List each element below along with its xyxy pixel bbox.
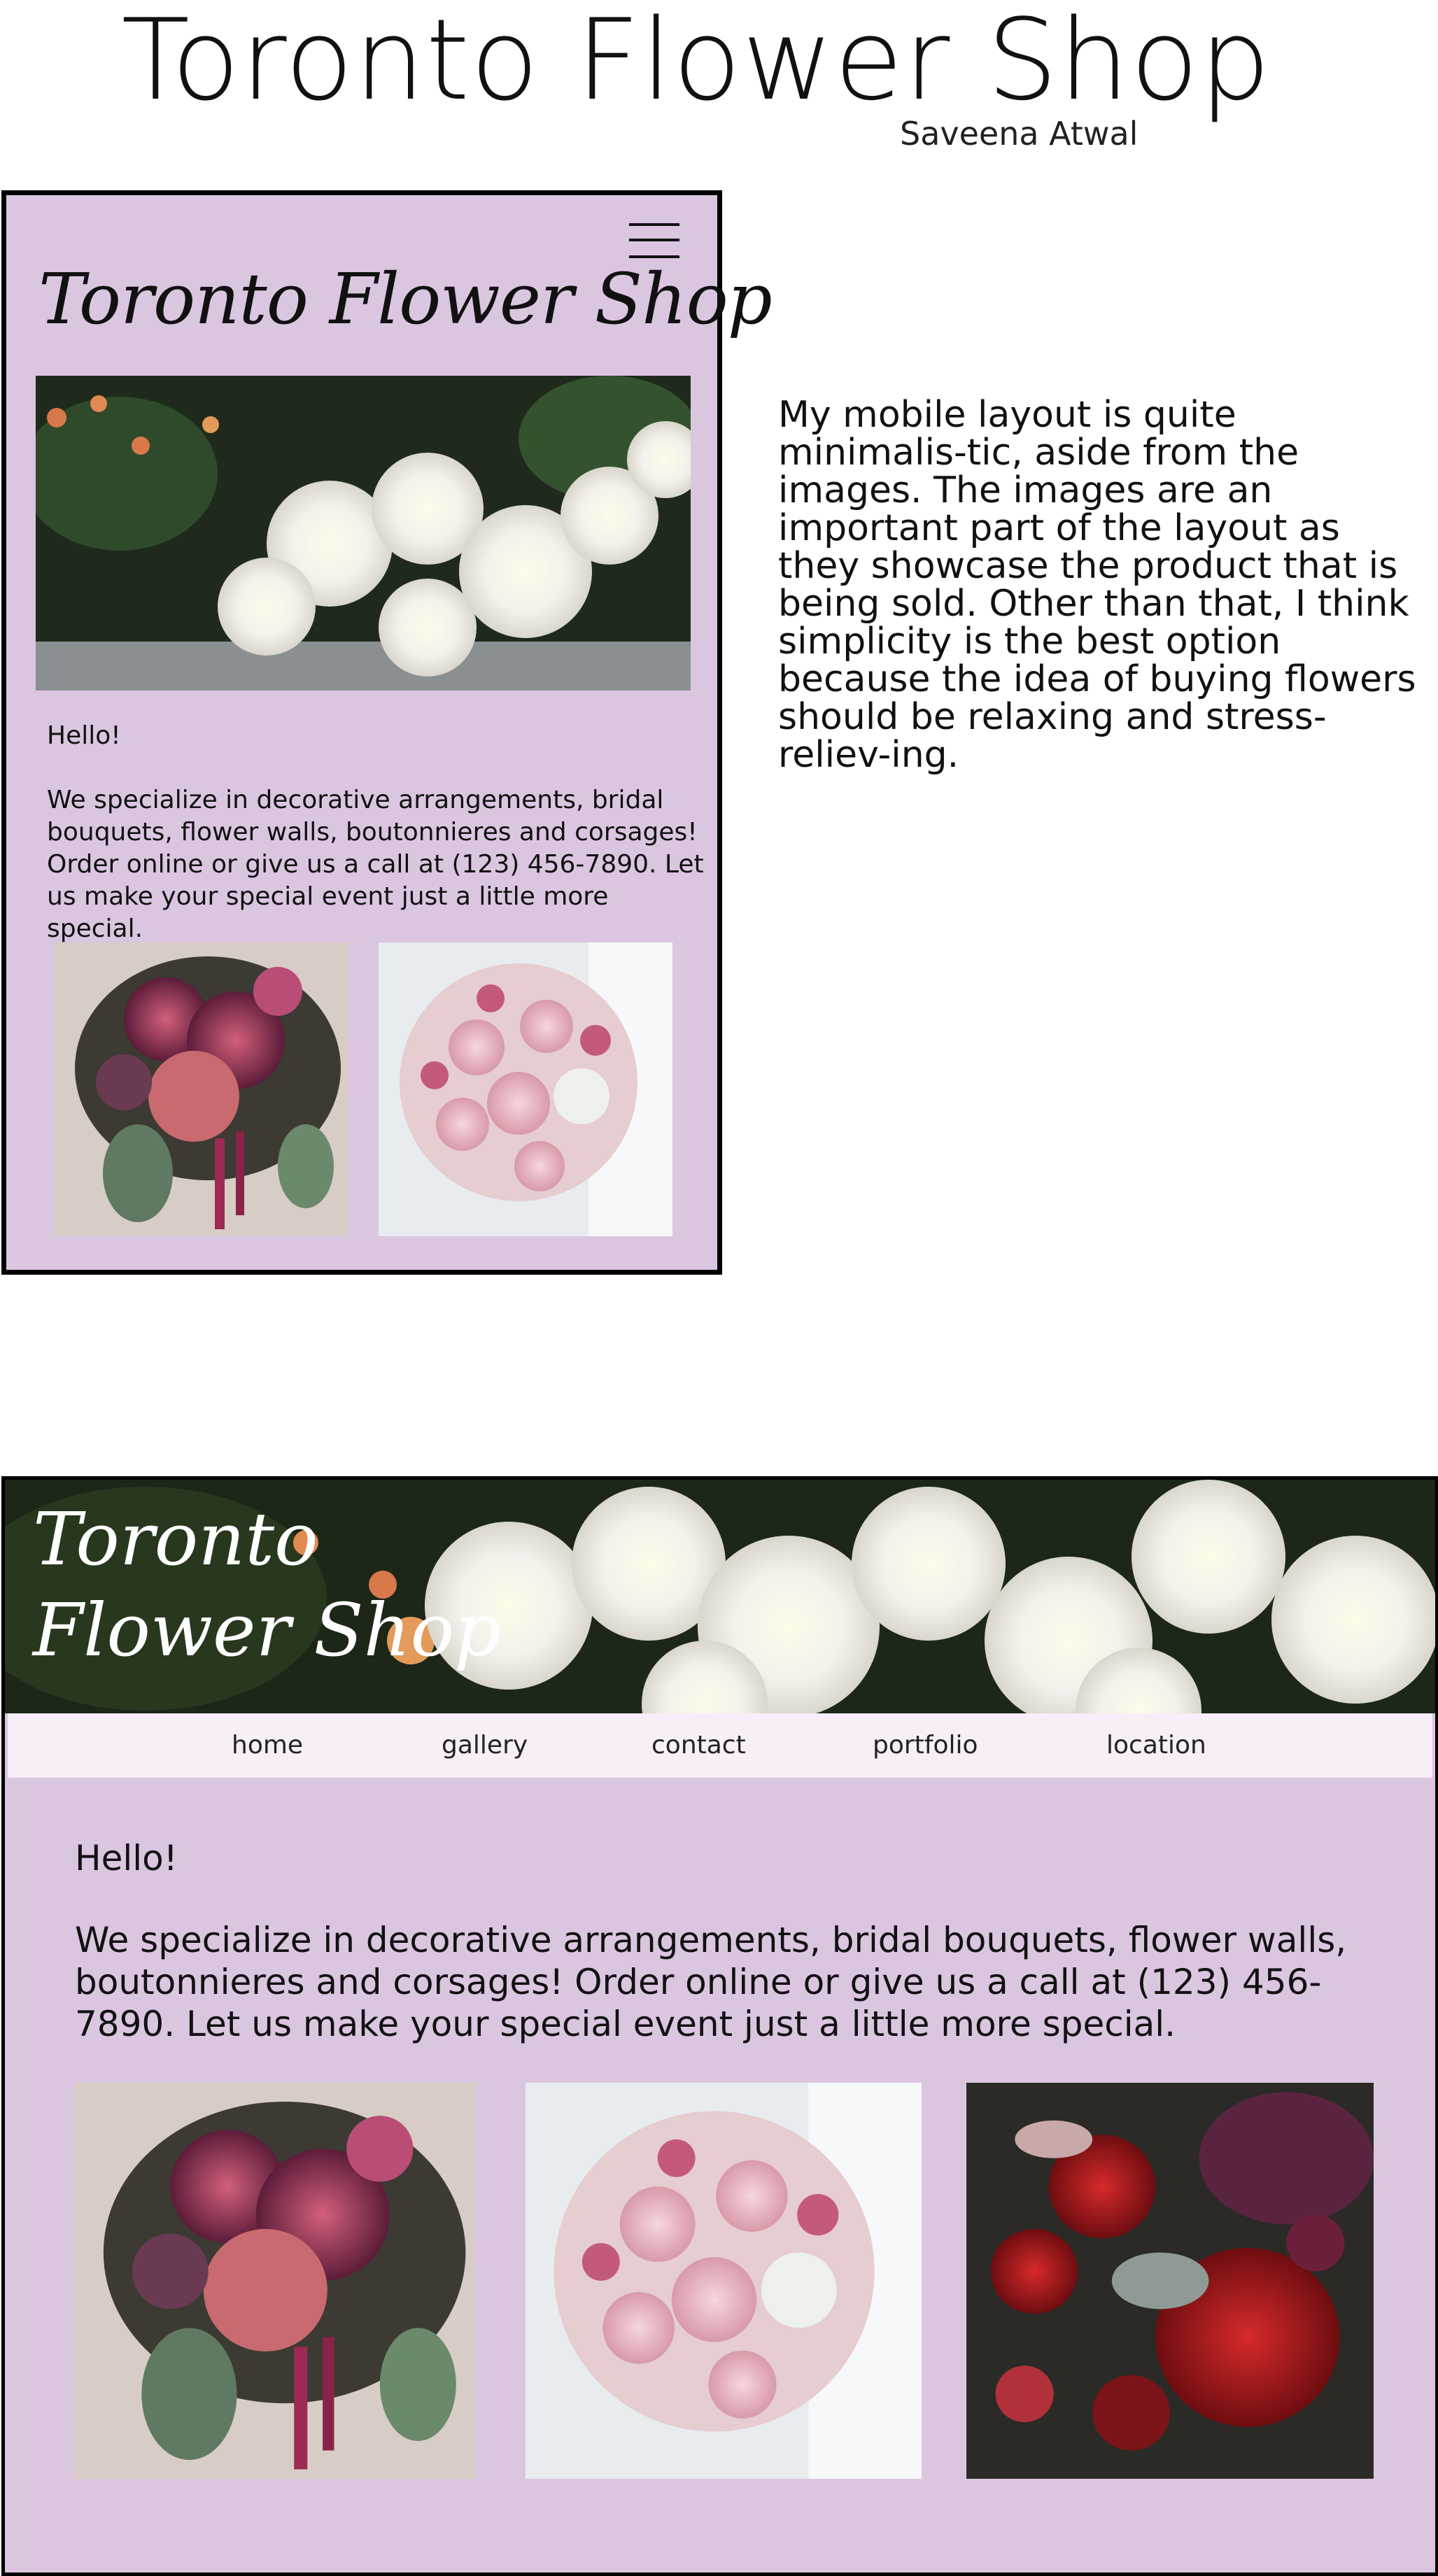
desktop-brand-title: Toronto Flower Shop	[33, 1494, 501, 1676]
page-title: Toronto Flower Shop	[121, 0, 1271, 125]
author-name: Saveena Atwal	[900, 115, 1139, 153]
nav-contact[interactable]: contact	[651, 1713, 746, 1778]
nav-portfolio[interactable]: portfolio	[873, 1713, 978, 1778]
desktop-red-roses-image	[966, 2083, 1374, 2479]
mobile-brand-title: Toronto Flower Shop	[38, 258, 773, 340]
desktop-nav-bar: home gallery contact portfolio location	[8, 1713, 1432, 1778]
mobile-greeting: Hello!	[47, 721, 121, 750]
mobile-hero-image	[36, 376, 691, 691]
hamburger-menu-icon[interactable]	[629, 223, 679, 258]
desktop-mockup: Toronto Flower Shop home gallery contact…	[1, 1476, 1438, 2576]
mobile-mockup: Toronto Flower Shop Hello! We specialize…	[1, 190, 773, 1275]
desktop-body-text: We specialize in decorative arrangements…	[75, 1920, 1347, 2044]
desktop-bouquet-pink-image	[526, 2083, 922, 2479]
nav-location[interactable]: location	[1106, 1713, 1206, 1778]
nav-gallery[interactable]: gallery	[442, 1713, 528, 1778]
desktop-bouquet-burgundy-image	[75, 2083, 475, 2479]
desktop-brand-line-2: Flower Shop	[33, 1587, 501, 1673]
design-description: My mobile layout is quite minimalis-tic,…	[778, 394, 1416, 776]
mobile-body-text: We specialize in decorative arrangements…	[47, 786, 704, 943]
mobile-bouquet-burgundy-image	[54, 942, 348, 1236]
nav-home[interactable]: home	[232, 1713, 303, 1778]
desktop-greeting: Hello!	[75, 1838, 178, 1878]
desktop-brand-line-1: Toronto	[33, 1496, 318, 1582]
mobile-bouquet-pink-image	[379, 942, 672, 1236]
